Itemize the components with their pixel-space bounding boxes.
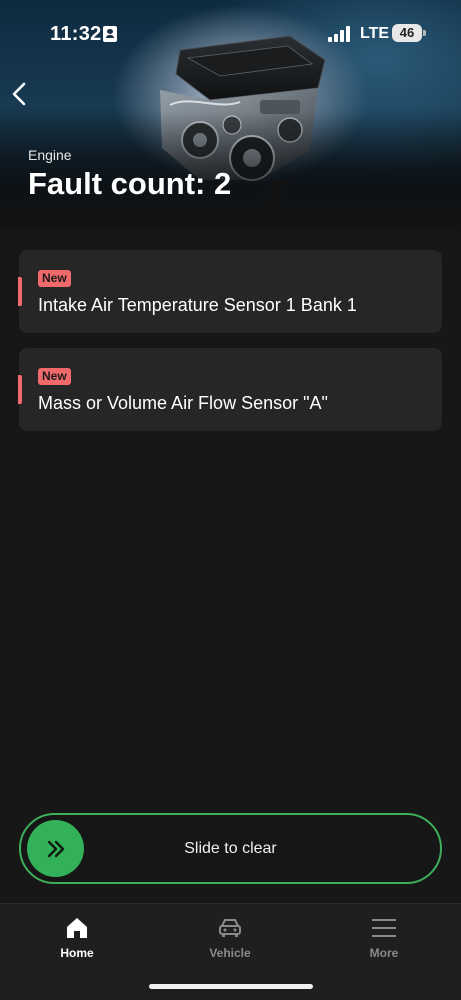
status-indicator (18, 277, 22, 306)
battery-icon: 46 (392, 24, 422, 42)
network-type: LTE (360, 25, 390, 42)
fault-card[interactable]: New Mass or Volume Air Flow Sensor "A" (18, 348, 442, 431)
tab-vehicle-label: Vehicle (209, 946, 251, 960)
chevron-left-icon (12, 82, 26, 106)
tab-more-label: More (369, 946, 399, 960)
slider-label: Slide to clear (184, 840, 277, 857)
back-button[interactable] (6, 78, 40, 112)
tab-vehicle[interactable]: Vehicle (153, 904, 307, 974)
car-icon (219, 919, 241, 937)
contact-card-icon (103, 26, 117, 42)
battery-cap (423, 30, 426, 36)
tab-home-label: Home (60, 946, 94, 960)
slide-to-clear[interactable]: Slide to clear (19, 813, 442, 884)
fault-screen: 11:32 LTE 46 Engine Fault count: 2 New I… (0, 0, 461, 1000)
tab-home[interactable]: Home (0, 904, 154, 974)
fault-title: Intake Air Temperature Sensor 1 Bank 1 (38, 295, 357, 315)
tab-more[interactable]: More (307, 904, 461, 974)
fault-card[interactable]: New Intake Air Temperature Sensor 1 Bank… (18, 250, 442, 333)
status-indicator (18, 375, 22, 404)
cellular-signal-icon (328, 26, 352, 42)
home-indicator[interactable] (149, 984, 313, 989)
status-bar: 11:32 LTE 46 (0, 0, 461, 64)
menu-icon (372, 919, 396, 937)
new-badge: New (38, 368, 71, 385)
fault-title: Mass or Volume Air Flow Sensor "A" (38, 393, 328, 413)
header-hero: 11:32 LTE 46 Engine Fault count: 2 (0, 0, 461, 231)
page-title: Fault count: 2 (28, 166, 232, 201)
clock: 11:32 (50, 23, 102, 45)
new-badge: New (38, 270, 71, 287)
home-icon (67, 918, 87, 938)
section-label: Engine (28, 147, 72, 163)
